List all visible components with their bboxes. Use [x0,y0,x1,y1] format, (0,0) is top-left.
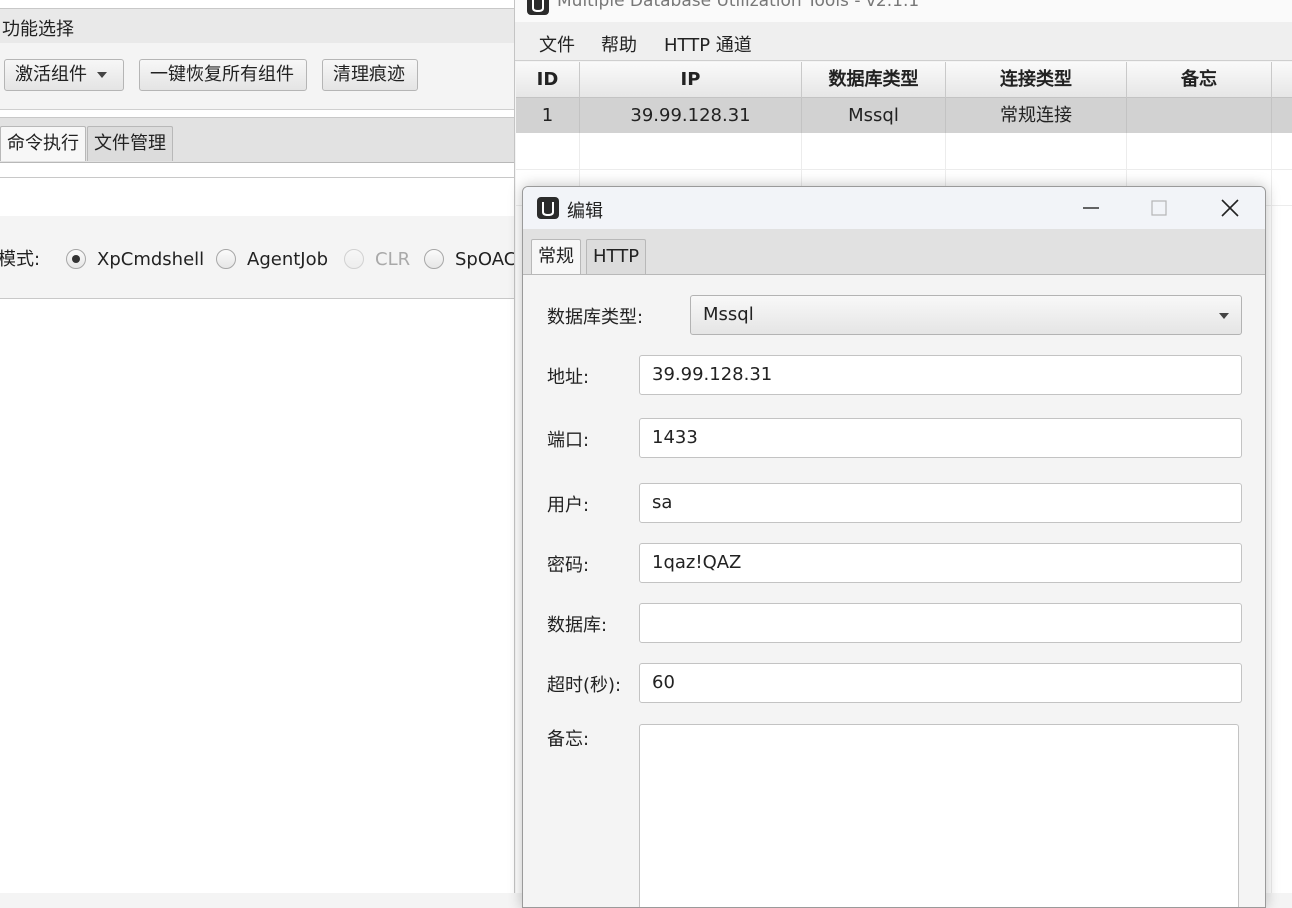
restore-all-button[interactable]: 一键恢复所有组件 [139,59,307,91]
dialog-title-bar[interactable]: 编辑 [523,187,1265,229]
address-label: 地址: [547,367,590,388]
command-input[interactable] [0,177,514,217]
menu-bar: 文件 帮助 HTTP 通道 [515,22,1292,61]
radio-icon-xpcmdshell[interactable] [66,249,86,269]
cell-id: 1 [516,98,580,133]
app-icon [537,197,559,219]
column-header-conn-type[interactable]: 连接类型 [946,62,1127,98]
menu-http-channel[interactable]: HTTP 通道 [664,31,752,57]
section-title: 功能选择 [2,19,74,40]
chevron-down-icon [97,72,107,78]
memo-label: 备忘: [547,729,590,750]
menu-help[interactable]: 帮助 [601,31,637,57]
column-header-id[interactable]: ID [516,62,580,98]
tab-command-exec[interactable]: 命令执行 [0,126,86,161]
tab-file-manager-label: 文件管理 [94,133,166,154]
radio-icon-spoac[interactable] [424,249,444,269]
tab-http[interactable]: HTTP [586,239,647,274]
mode-xpcmdshell-label[interactable]: XpCmdshell [97,249,204,271]
database-input[interactable] [639,603,1242,643]
tab-file-manager[interactable]: 文件管理 [87,126,173,161]
table-row[interactable]: 1 39.99.128.31 Mssql 常规连接 [516,98,1292,133]
clear-traces-label: 清理痕迹 [333,64,405,85]
timeout-input[interactable]: 60 [639,663,1242,703]
mode-row: 模式: XpCmdshell AgentJob CLR SpOAC [0,216,514,299]
clear-traces-button[interactable]: 清理痕迹 [322,59,418,91]
tab-http-label: HTTP [593,246,640,267]
radio-icon-agentjob[interactable] [216,249,236,269]
minimize-icon[interactable] [1071,193,1111,223]
column-header-filler [1272,62,1292,98]
cell-memo [1127,98,1272,133]
toolbar: 激活组件 一键恢复所有组件 清理痕迹 [0,43,514,110]
mode-agentjob-label[interactable]: AgentJob [247,249,328,271]
database-label: 数据库: [547,615,608,636]
edit-dialog: 编辑 常规 HTTP 数据库类型: Mssql 地址: 39.99.128.31… [522,186,1266,908]
main-window-title: Multiple Database Utilization Tools - v2… [557,0,920,11]
tab-general-label: 常规 [538,246,574,267]
tab-command-exec-label: 命令执行 [7,133,79,154]
main-title-bar: Multiple Database Utilization Tools - v2… [515,0,1292,22]
dialog-tab-strip: 常规 HTTP [523,229,1265,275]
column-header-memo[interactable]: 备忘 [1127,62,1272,98]
user-input[interactable]: sa [639,483,1242,523]
port-input[interactable]: 1433 [639,418,1242,458]
grid-line [516,169,1292,170]
section-header: 功能选择 [0,8,514,44]
mode-spoac-label[interactable]: SpOAC [455,249,514,271]
timeout-label: 超时(秒): [547,675,622,696]
tab-general[interactable]: 常规 [531,239,581,274]
column-header-ip[interactable]: IP [580,62,802,98]
radio-icon-clr [344,249,364,269]
address-input[interactable]: 39.99.128.31 [639,355,1242,395]
db-type-select[interactable]: Mssql [690,295,1242,335]
memo-textarea[interactable] [639,724,1239,907]
chevron-down-icon [1219,313,1229,319]
mode-label: 模式: [0,249,41,270]
close-icon[interactable] [1210,193,1250,223]
grid-column [1271,133,1272,893]
mode-clr-label: CLR [375,249,411,270]
password-label: 密码: [547,555,590,576]
app-icon [527,0,549,15]
menu-file[interactable]: 文件 [539,31,575,57]
port-label: 端口: [547,430,590,451]
cell-db-type: Mssql [802,98,946,133]
user-label: 用户: [547,495,590,516]
maximize-icon [1151,200,1167,216]
activate-component-label: 激活组件 [15,64,87,85]
restore-all-label: 一键恢复所有组件 [150,64,294,85]
password-input[interactable]: 1qaz!QAZ [639,543,1242,583]
db-type-value: Mssql [703,304,754,325]
cell-ip: 39.99.128.31 [580,98,802,133]
left-window: 功能选择 激活组件 一键恢复所有组件 清理痕迹 命令执行 文件管理 模式: Xp… [0,0,514,893]
dialog-title: 编辑 [567,201,603,222]
activate-component-button[interactable]: 激活组件 [4,59,124,91]
column-header-db-type[interactable]: 数据库类型 [802,62,946,98]
cell-conn-type: 常规连接 [946,98,1127,133]
db-type-label: 数据库类型: [547,307,644,328]
left-tab-strip: 命令执行 文件管理 [0,117,514,163]
